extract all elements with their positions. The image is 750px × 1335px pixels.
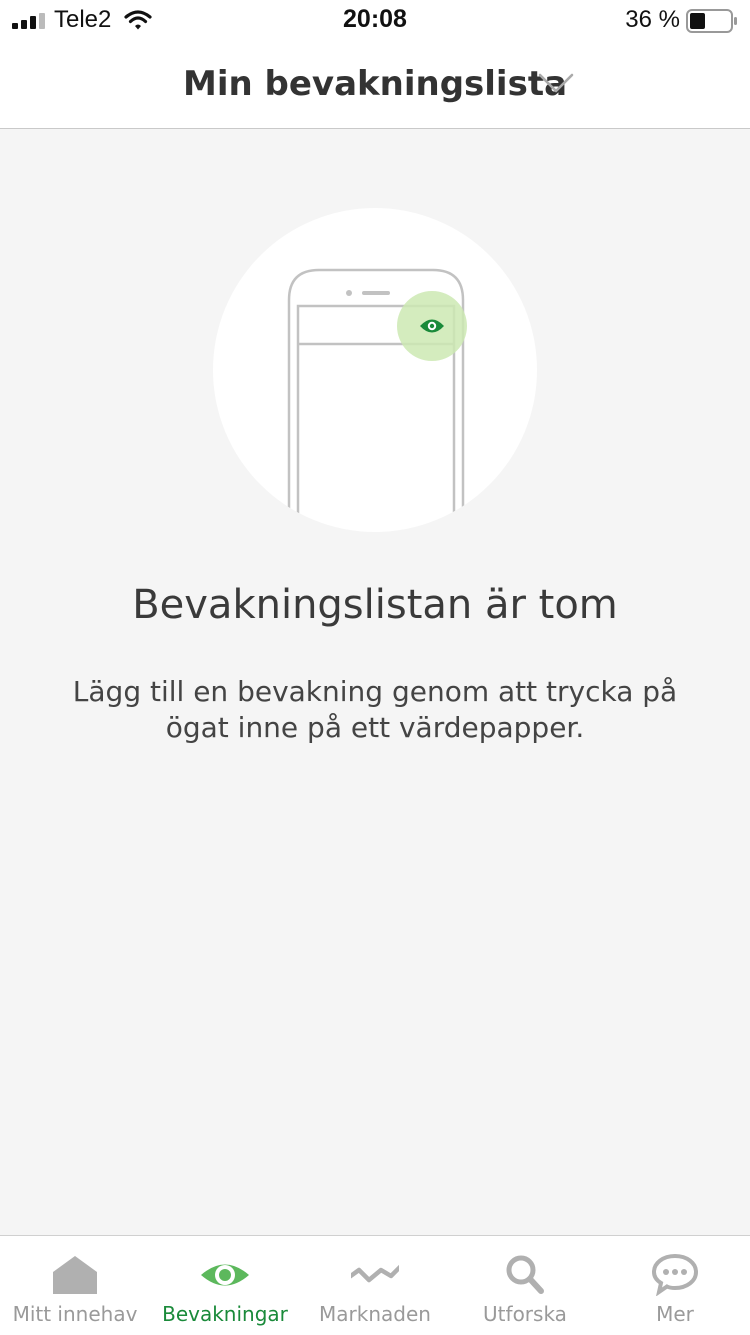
eye-icon	[201, 1264, 249, 1286]
tab-label: Bevakningar	[162, 1302, 288, 1326]
chevron-down-icon[interactable]	[538, 72, 574, 94]
page-title: Min bevakningslista	[182, 64, 568, 104]
search-icon	[506, 1255, 544, 1294]
tab-utforska[interactable]: Utforska	[450, 1236, 600, 1335]
tab-label: Marknaden	[319, 1302, 431, 1326]
chat-bubble-icon	[651, 1254, 699, 1296]
tab-label: Mitt innehav	[12, 1302, 138, 1326]
tab-mitt-innehav[interactable]: Mitt innehav	[0, 1236, 150, 1335]
trend-line-icon	[351, 1264, 399, 1283]
tab-label: Mer	[656, 1302, 694, 1326]
tab-mer[interactable]: Mer	[600, 1236, 750, 1335]
house-icon	[53, 1256, 97, 1294]
list-selector[interactable]: Min bevakningslista	[0, 40, 750, 128]
tab-bevakningar[interactable]: Bevakningar	[150, 1236, 300, 1335]
navigation-header: Min bevakningslista	[0, 40, 750, 129]
tab-marknaden[interactable]: Marknaden	[300, 1236, 450, 1335]
status-bar: Tele2 20:08 36 %	[0, 0, 750, 40]
phone-illustration	[213, 208, 537, 532]
battery-percent: 36 %	[625, 6, 680, 33]
tab-label: Utforska	[483, 1302, 567, 1326]
battery-icon	[686, 9, 737, 33]
empty-state-description: Lägg till en bevakning genom att trycka …	[72, 675, 678, 744]
empty-state-title: Bevakningslistan är tom	[132, 582, 618, 628]
tab-bar: Mitt innehav Bevakningar Marknaden Utfor…	[0, 1235, 750, 1335]
